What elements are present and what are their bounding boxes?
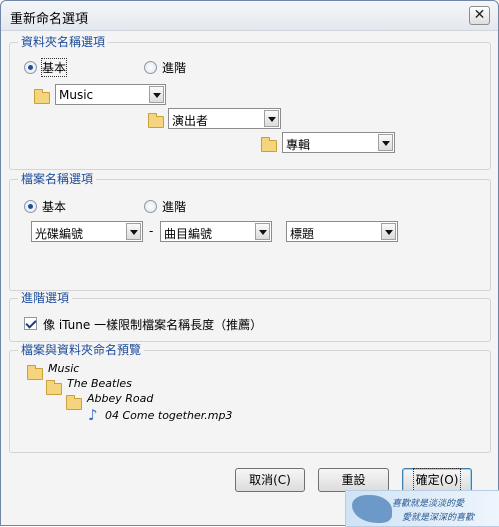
- preview-tree-item: 04 Come together.mp3: [105, 409, 233, 422]
- file-naming-group: 檔案名稱選項 基本 進階 光碟編號 - 曲目編號 標題: [9, 172, 491, 291]
- folder-level2-value: 演出者: [172, 114, 209, 128]
- file-radio-basic-label: 基本: [42, 200, 67, 214]
- folder-radio-basic[interactable]: 基本: [24, 58, 68, 77]
- file-radio-basic[interactable]: 基本: [24, 198, 66, 215]
- radio-unchecked-icon[interactable]: [144, 61, 157, 74]
- rename-options-dialog: 重新命名選項 ✕ 資料夾名稱選項 基本 進階 Music 演出者 專輯 檔案名稱…: [0, 0, 499, 527]
- folder-naming-group-label: 資料夾名稱選項: [18, 35, 109, 49]
- cancel-button-label: 取消(C): [249, 473, 291, 487]
- cancel-button[interactable]: 取消(C): [235, 468, 305, 492]
- file-part3-select[interactable]: 標題: [286, 221, 398, 242]
- chevron-down-icon[interactable]: [255, 223, 270, 240]
- reset-button-label: 重設: [341, 473, 366, 487]
- limit-length-label[interactable]: 像 iTune 一樣限制檔案名稱長度（推薦）: [43, 316, 262, 333]
- chevron-down-icon[interactable]: [126, 223, 141, 240]
- file-part1-value: 光碟編號: [35, 227, 84, 241]
- folder-icon: [34, 89, 50, 104]
- chevron-down-icon[interactable]: [149, 86, 164, 103]
- radio-unchecked-icon[interactable]: [144, 200, 157, 213]
- folder-icon: [261, 137, 277, 152]
- radio-checked-icon[interactable]: [24, 200, 37, 213]
- folder-naming-group: 資料夾名稱選項 基本 進階 Music 演出者 專輯: [9, 35, 491, 170]
- folder-icon: [46, 380, 62, 395]
- close-button[interactable]: ✕: [469, 6, 490, 25]
- watermark-line: 愛就是深深的喜歡: [402, 513, 475, 523]
- ok-button[interactable]: 確定(O): [402, 468, 472, 492]
- separator-dash: -: [149, 224, 154, 238]
- file-radio-advanced-label: 進階: [162, 200, 187, 214]
- limit-length-checkbox[interactable]: [24, 317, 37, 330]
- radio-checked-icon[interactable]: [24, 61, 37, 74]
- dialog-body: 資料夾名稱選項 基本 進階 Music 演出者 專輯 檔案名稱選項 基本 進階 …: [6, 32, 493, 524]
- chevron-down-icon[interactable]: [264, 110, 279, 127]
- folder-radio-advanced-label: 進階: [162, 61, 187, 75]
- folder-level3-select[interactable]: 專輯: [282, 132, 395, 153]
- file-part2-value: 曲目編號: [164, 227, 213, 241]
- chevron-down-icon[interactable]: [378, 134, 393, 151]
- naming-preview-group: 檔案與資料夾命名預覽 Music The Beatles Abbey Road …: [9, 343, 491, 453]
- file-radio-advanced[interactable]: 進階: [144, 198, 186, 215]
- folder-radio-basic-label: 基本: [40, 58, 68, 77]
- preview-tree-item: Abbey Road: [87, 392, 154, 405]
- folder-level1-select[interactable]: Music: [55, 84, 166, 105]
- folder-icon: [148, 113, 164, 128]
- folder-icon: [66, 395, 82, 410]
- preview-tree-item: Music: [48, 362, 80, 375]
- file-part2-select[interactable]: 曲目編號: [160, 221, 272, 242]
- watermark-logo-icon: [352, 495, 392, 523]
- naming-preview-group-label: 檔案與資料夾命名預覽: [18, 343, 145, 357]
- title-bar: 重新命名選項 ✕: [1, 1, 498, 31]
- file-part3-value: 標題: [290, 227, 315, 241]
- watermark-line: 喜歡就是淡淡的愛: [392, 499, 465, 509]
- preview-tree-item: The Beatles: [67, 377, 132, 390]
- advanced-options-group: 進階選項 像 iTune 一樣限制檔案名稱長度（推薦）: [9, 291, 491, 342]
- folder-level1-value: Music: [59, 88, 94, 102]
- folder-level3-value: 專輯: [286, 138, 311, 152]
- reset-button[interactable]: 重設: [318, 468, 389, 492]
- folder-icon: [27, 365, 43, 380]
- watermark-banner: 喜歡就是淡淡的愛 愛就是深深的喜歡: [345, 490, 499, 527]
- ok-button-label: 確定(O): [412, 468, 462, 492]
- folder-level2-select[interactable]: 演出者: [168, 108, 281, 129]
- chevron-down-icon[interactable]: [381, 223, 396, 240]
- file-naming-group-label: 檔案名稱選項: [18, 172, 97, 186]
- music-note-icon: ♪: [88, 406, 98, 424]
- folder-radio-advanced[interactable]: 進階: [144, 59, 186, 76]
- window-title: 重新命名選項: [10, 12, 89, 27]
- file-part1-select[interactable]: 光碟編號: [31, 221, 143, 242]
- advanced-options-group-label: 進階選項: [18, 291, 73, 305]
